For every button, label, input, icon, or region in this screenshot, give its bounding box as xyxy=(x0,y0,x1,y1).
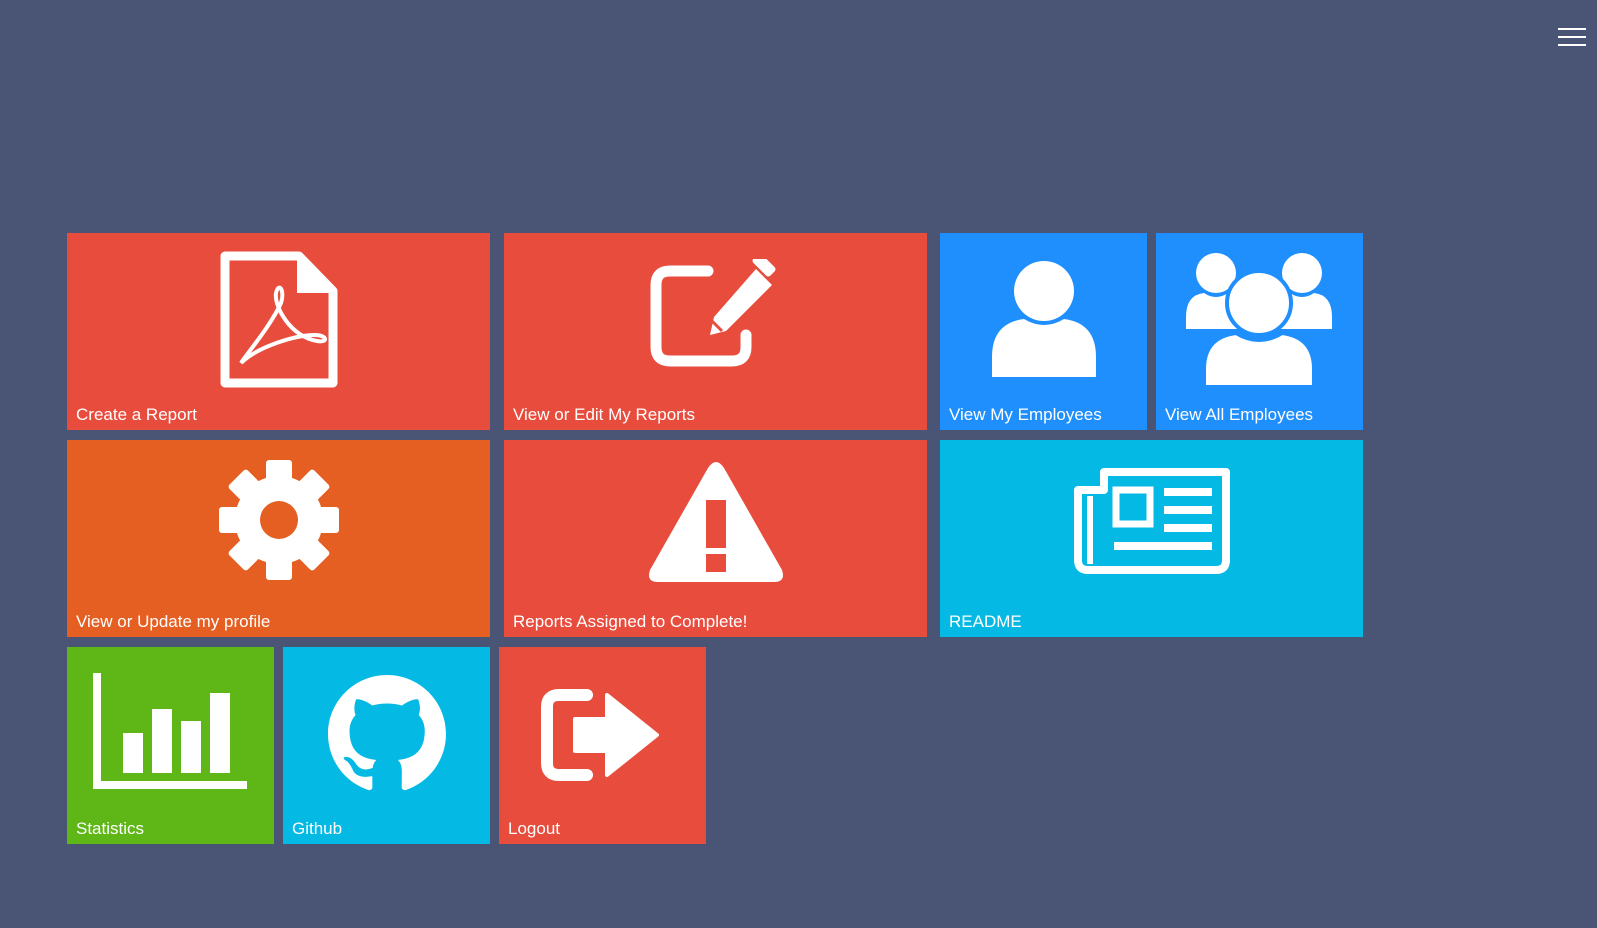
tile-update-profile[interactable]: View or Update my profile xyxy=(67,440,490,637)
tile-statistics[interactable]: Statistics xyxy=(67,647,274,844)
bar-chart-icon xyxy=(93,673,247,789)
github-icon xyxy=(328,675,446,791)
user-icon xyxy=(992,261,1096,377)
tile-logout[interactable]: Logout xyxy=(499,647,706,844)
hamburger-menu-icon xyxy=(1558,28,1586,30)
tile-label: Create a Report xyxy=(76,405,197,424)
tile-github[interactable]: Github xyxy=(283,647,490,844)
tile-all-employees[interactable]: View All Employees xyxy=(1156,233,1363,430)
hamburger-menu-button[interactable] xyxy=(1558,28,1586,50)
edit-icon xyxy=(650,259,776,367)
tile-readme[interactable]: README xyxy=(940,440,1363,637)
tile-label: README xyxy=(949,612,1022,631)
tile-label: View or Update my profile xyxy=(76,612,271,631)
tile-label: Github xyxy=(292,819,343,838)
tile-label: View My Employees xyxy=(949,405,1102,424)
warning-icon xyxy=(649,462,783,582)
tile-label: Reports Assigned to Complete! xyxy=(513,612,748,631)
tile-label: Logout xyxy=(508,819,560,838)
tile-create-report[interactable]: Create a Report xyxy=(67,233,490,430)
tile-assigned-reports[interactable]: Reports Assigned to Complete! xyxy=(504,440,927,637)
tile-my-employees[interactable]: View My Employees xyxy=(940,233,1147,430)
logout-icon xyxy=(541,689,659,781)
newspaper-icon xyxy=(1074,468,1230,574)
gear-icon xyxy=(219,460,339,580)
tile-label: View or Edit My Reports xyxy=(513,405,696,424)
tile-edit-reports[interactable]: View or Edit My Reports xyxy=(504,233,927,430)
users-icon xyxy=(1186,253,1332,389)
pdf-file-icon xyxy=(220,251,338,388)
tile-label: Statistics xyxy=(76,819,145,838)
tile-label: View All Employees xyxy=(1165,405,1314,424)
